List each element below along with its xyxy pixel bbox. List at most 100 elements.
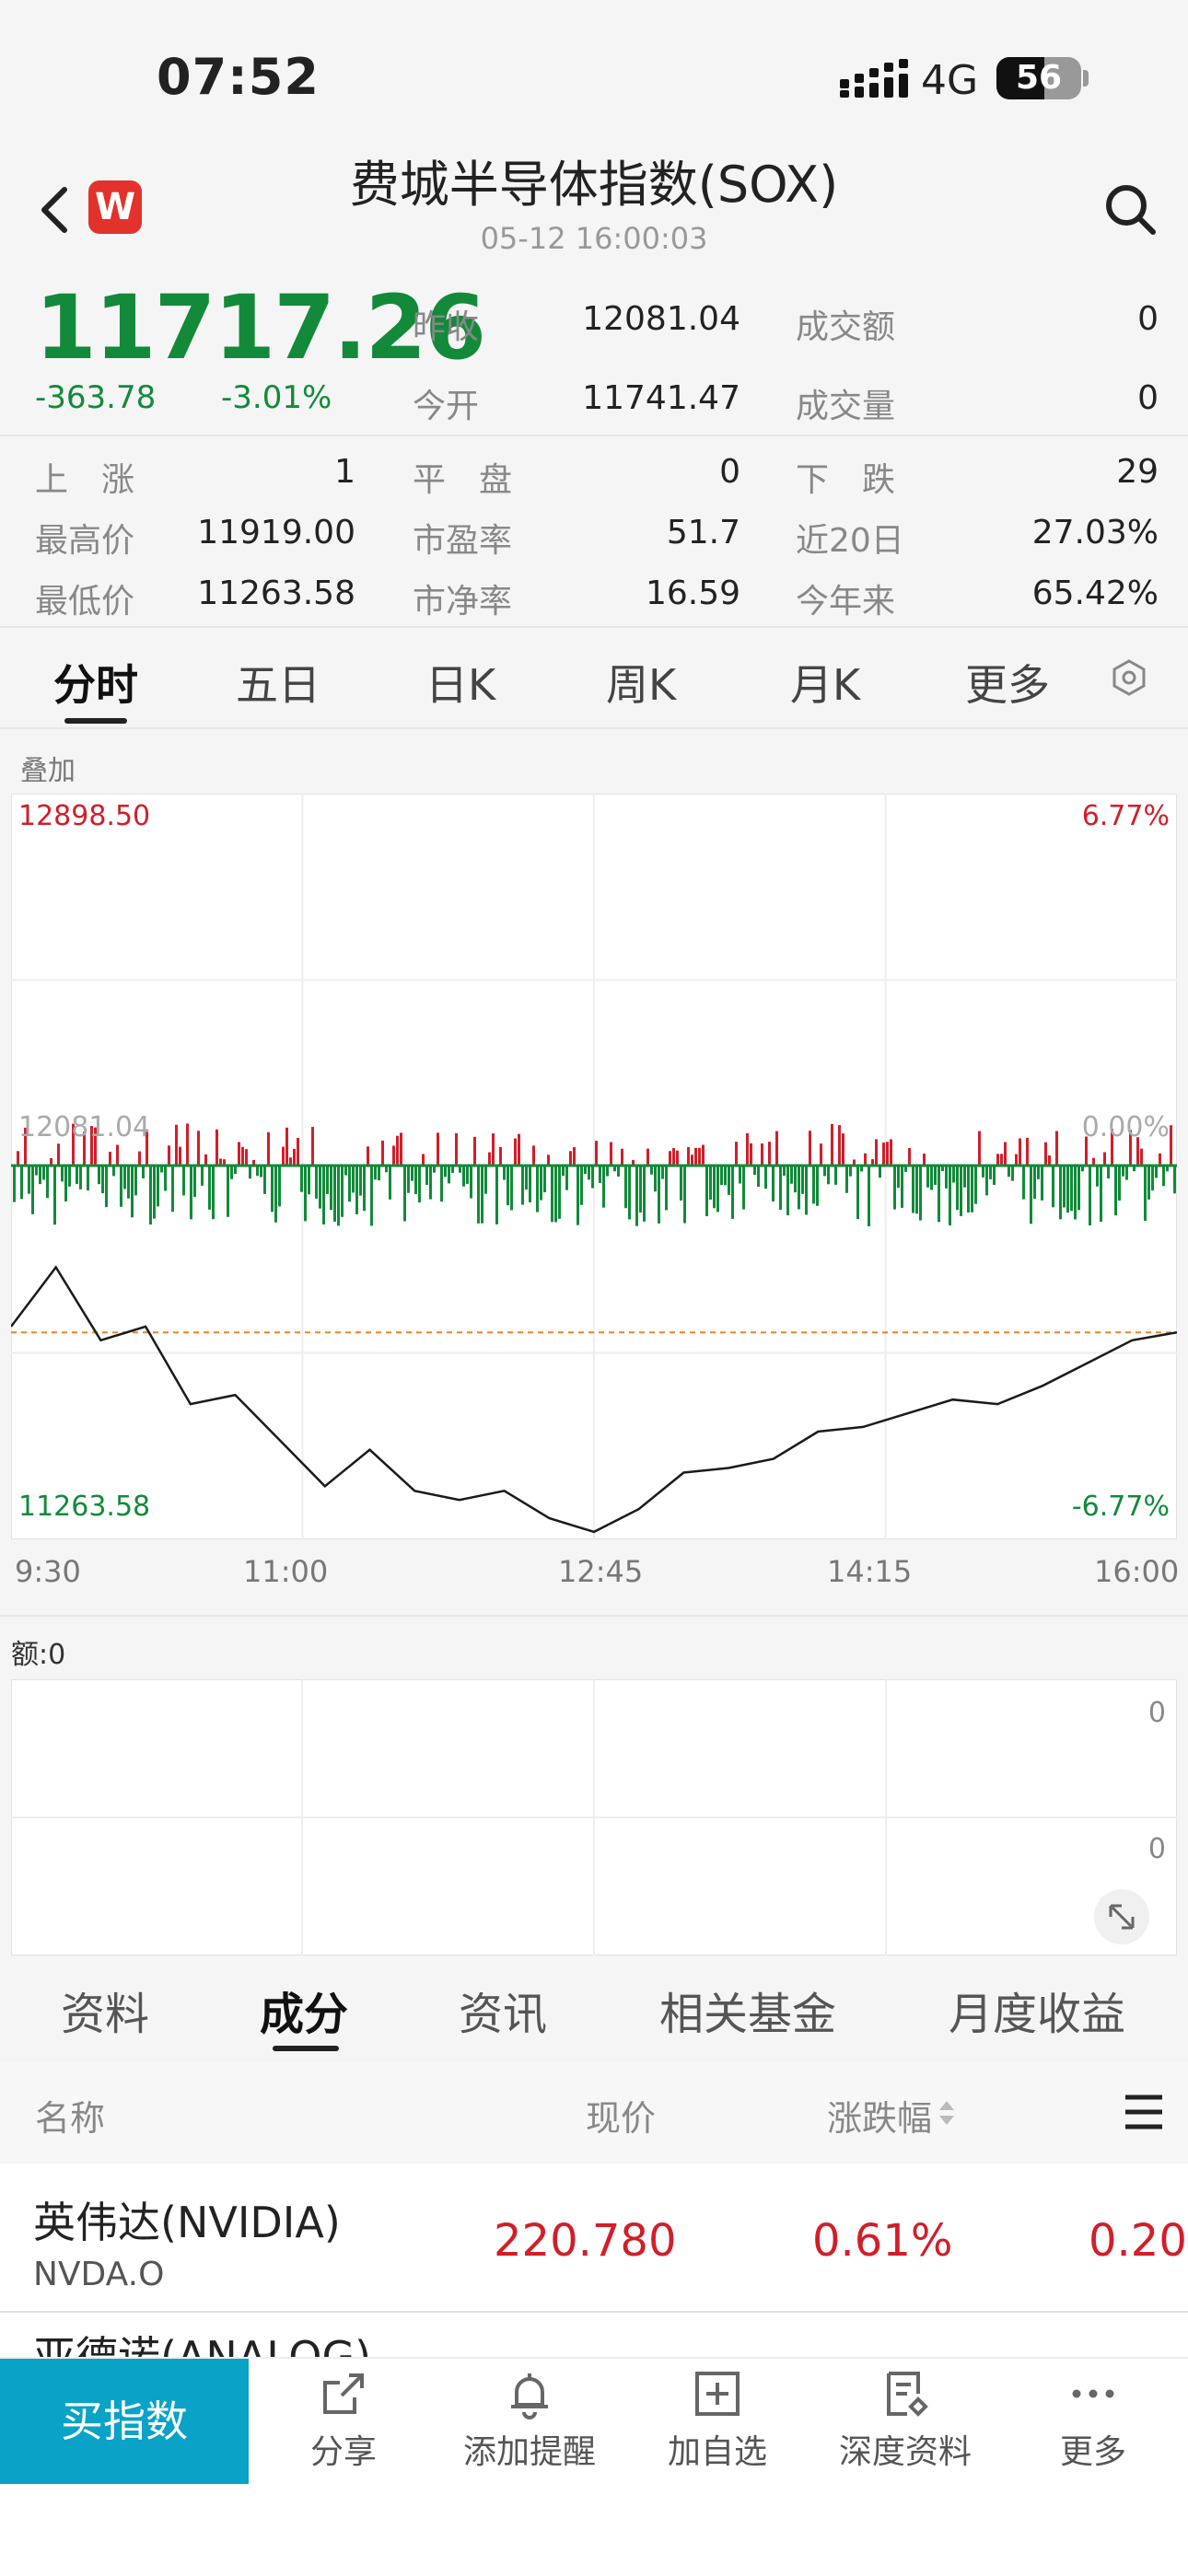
more-button[interactable]: 更多 xyxy=(1006,2368,1181,2473)
open-value: 11741.47 xyxy=(582,379,740,417)
ytd-label: 今年来 xyxy=(796,583,896,621)
breadth-bar xyxy=(691,1155,693,1166)
breadth-bar xyxy=(827,1166,830,1185)
tab-5day[interactable]: 五日 xyxy=(236,652,320,713)
tab-related-funds[interactable]: 相关基金 xyxy=(659,1978,836,2042)
add-alert-button[interactable]: 添加提醒 xyxy=(442,2368,617,2473)
list-item[interactable]: 英伟达(NVIDIA) NVDA.O 220.780 0.61% 0.20% xyxy=(0,2164,1188,2311)
col-change[interactable]: 涨跌幅 xyxy=(827,2090,932,2141)
breadth-bar xyxy=(812,1166,815,1204)
settings-icon[interactable] xyxy=(1109,657,1149,698)
breadth-bar xyxy=(407,1166,410,1193)
breadth-bar xyxy=(153,1166,156,1219)
breadth-bar xyxy=(1144,1166,1147,1222)
breadth-bar xyxy=(378,1166,380,1181)
breadth-bar xyxy=(1096,1166,1099,1187)
breadth-bar xyxy=(610,1142,612,1166)
tab-profile[interactable]: 资料 xyxy=(61,1978,149,2042)
breadth-bar xyxy=(676,1150,679,1166)
stock-code: NVDA.O xyxy=(33,2256,165,2293)
volume-value: 0 xyxy=(1137,379,1159,417)
breadth-bar xyxy=(1019,1138,1021,1166)
stock-extra: 0.20% xyxy=(1089,2215,1188,2267)
breadth-bar xyxy=(1118,1166,1121,1201)
bottom-price-label: 11263.58 xyxy=(18,1491,150,1523)
breadth-bar xyxy=(278,1166,281,1207)
breadth-bar xyxy=(64,1166,67,1202)
sort-icon[interactable] xyxy=(938,2099,956,2127)
chart-period-tabs: 分时 五日 日K 周K 月K 更多 xyxy=(0,632,1188,727)
volume-chart: 0 0 xyxy=(11,1679,1177,1955)
breadth-bar xyxy=(285,1127,288,1166)
breadth-bar xyxy=(123,1166,126,1189)
col-name: 名称 xyxy=(35,2098,106,2139)
tab-more[interactable]: 更多 xyxy=(965,652,1050,713)
tab-constituents[interactable]: 成分 xyxy=(260,1978,348,2042)
breadth-bar xyxy=(635,1166,638,1226)
breadth-bar xyxy=(897,1166,900,1189)
menu-icon[interactable] xyxy=(1122,2092,1166,2132)
breadth-bar xyxy=(127,1166,130,1199)
prev-close-label: 昨收 xyxy=(413,308,480,346)
bottom-action-bar: 买指数 分享 添加提醒 加自选 深度资料 更多 xyxy=(0,2357,1188,2576)
breadth-bar xyxy=(1033,1166,1036,1200)
plus-square-icon xyxy=(695,2372,740,2416)
document-icon xyxy=(887,2372,928,2417)
breadth-bar xyxy=(1059,1166,1062,1220)
breadth-bar xyxy=(912,1166,914,1213)
time-label: 11:00 xyxy=(243,1554,329,1589)
breadth-bar xyxy=(562,1166,565,1177)
tab-intraday[interactable]: 分时 xyxy=(53,652,138,713)
breadth-bar xyxy=(227,1166,229,1217)
breadth-bar xyxy=(484,1166,487,1194)
expand-icon[interactable] xyxy=(1094,1889,1149,1944)
tab-monthly-k[interactable]: 月K xyxy=(790,652,860,713)
tab-monthly-returns[interactable]: 月度收益 xyxy=(949,1978,1125,2042)
breadth-bar xyxy=(197,1131,200,1166)
turnover-value: 0 xyxy=(1137,300,1159,338)
breadth-bar xyxy=(794,1166,797,1193)
breadth-bar xyxy=(543,1166,546,1193)
breadth-bar xyxy=(13,1166,16,1202)
breadth-bar xyxy=(344,1166,347,1176)
breadth-bar xyxy=(521,1166,524,1205)
breadth-bar xyxy=(193,1166,196,1198)
breadth-bar xyxy=(643,1166,646,1222)
overlay-button[interactable]: 叠加 xyxy=(20,748,76,788)
share-button[interactable]: 分享 xyxy=(256,2368,431,2473)
divider xyxy=(0,727,1188,729)
breadth-bar xyxy=(120,1166,122,1207)
tab-weekly-k[interactable]: 周K xyxy=(606,652,676,713)
breadth-bar xyxy=(1173,1166,1176,1194)
breadth-bar xyxy=(1107,1166,1110,1179)
breadth-bar xyxy=(1170,1125,1172,1166)
search-icon[interactable] xyxy=(1101,180,1159,238)
breadth-bar xyxy=(1037,1166,1040,1179)
breadth-bar xyxy=(1125,1166,1128,1180)
breadth-bar xyxy=(934,1166,937,1185)
breadth-bar xyxy=(149,1166,152,1225)
col-price: 现价 xyxy=(586,2098,657,2139)
breadth-bar xyxy=(212,1166,215,1220)
battery-tip xyxy=(1083,70,1089,87)
breadth-bar xyxy=(429,1166,432,1200)
breadth-bar xyxy=(764,1166,767,1189)
breadth-bar xyxy=(551,1166,553,1223)
breadth-bar xyxy=(705,1166,708,1217)
tab-news[interactable]: 资讯 xyxy=(459,1978,547,2042)
intraday-chart[interactable]: 12898.50 6.77% 12081.04 0.00% 11263.58 -… xyxy=(11,794,1177,1539)
breadth-bar xyxy=(1052,1166,1054,1208)
buy-index-button[interactable]: 买指数 xyxy=(0,2359,249,2484)
breadth-bar xyxy=(241,1146,244,1166)
tab-daily-k[interactable]: 日K xyxy=(425,652,495,713)
breadth-bar xyxy=(208,1166,211,1210)
breadth-bar xyxy=(116,1144,119,1166)
breadth-bar xyxy=(978,1131,981,1166)
breadth-bar xyxy=(473,1136,476,1166)
deep-data-button[interactable]: 深度资料 xyxy=(818,2368,993,2473)
breadth-bar xyxy=(322,1166,325,1225)
breadth-bar xyxy=(514,1138,517,1166)
add-watchlist-button[interactable]: 加自选 xyxy=(630,2368,805,2473)
breadth-bar xyxy=(315,1166,318,1199)
breadth-bar xyxy=(1155,1166,1158,1178)
